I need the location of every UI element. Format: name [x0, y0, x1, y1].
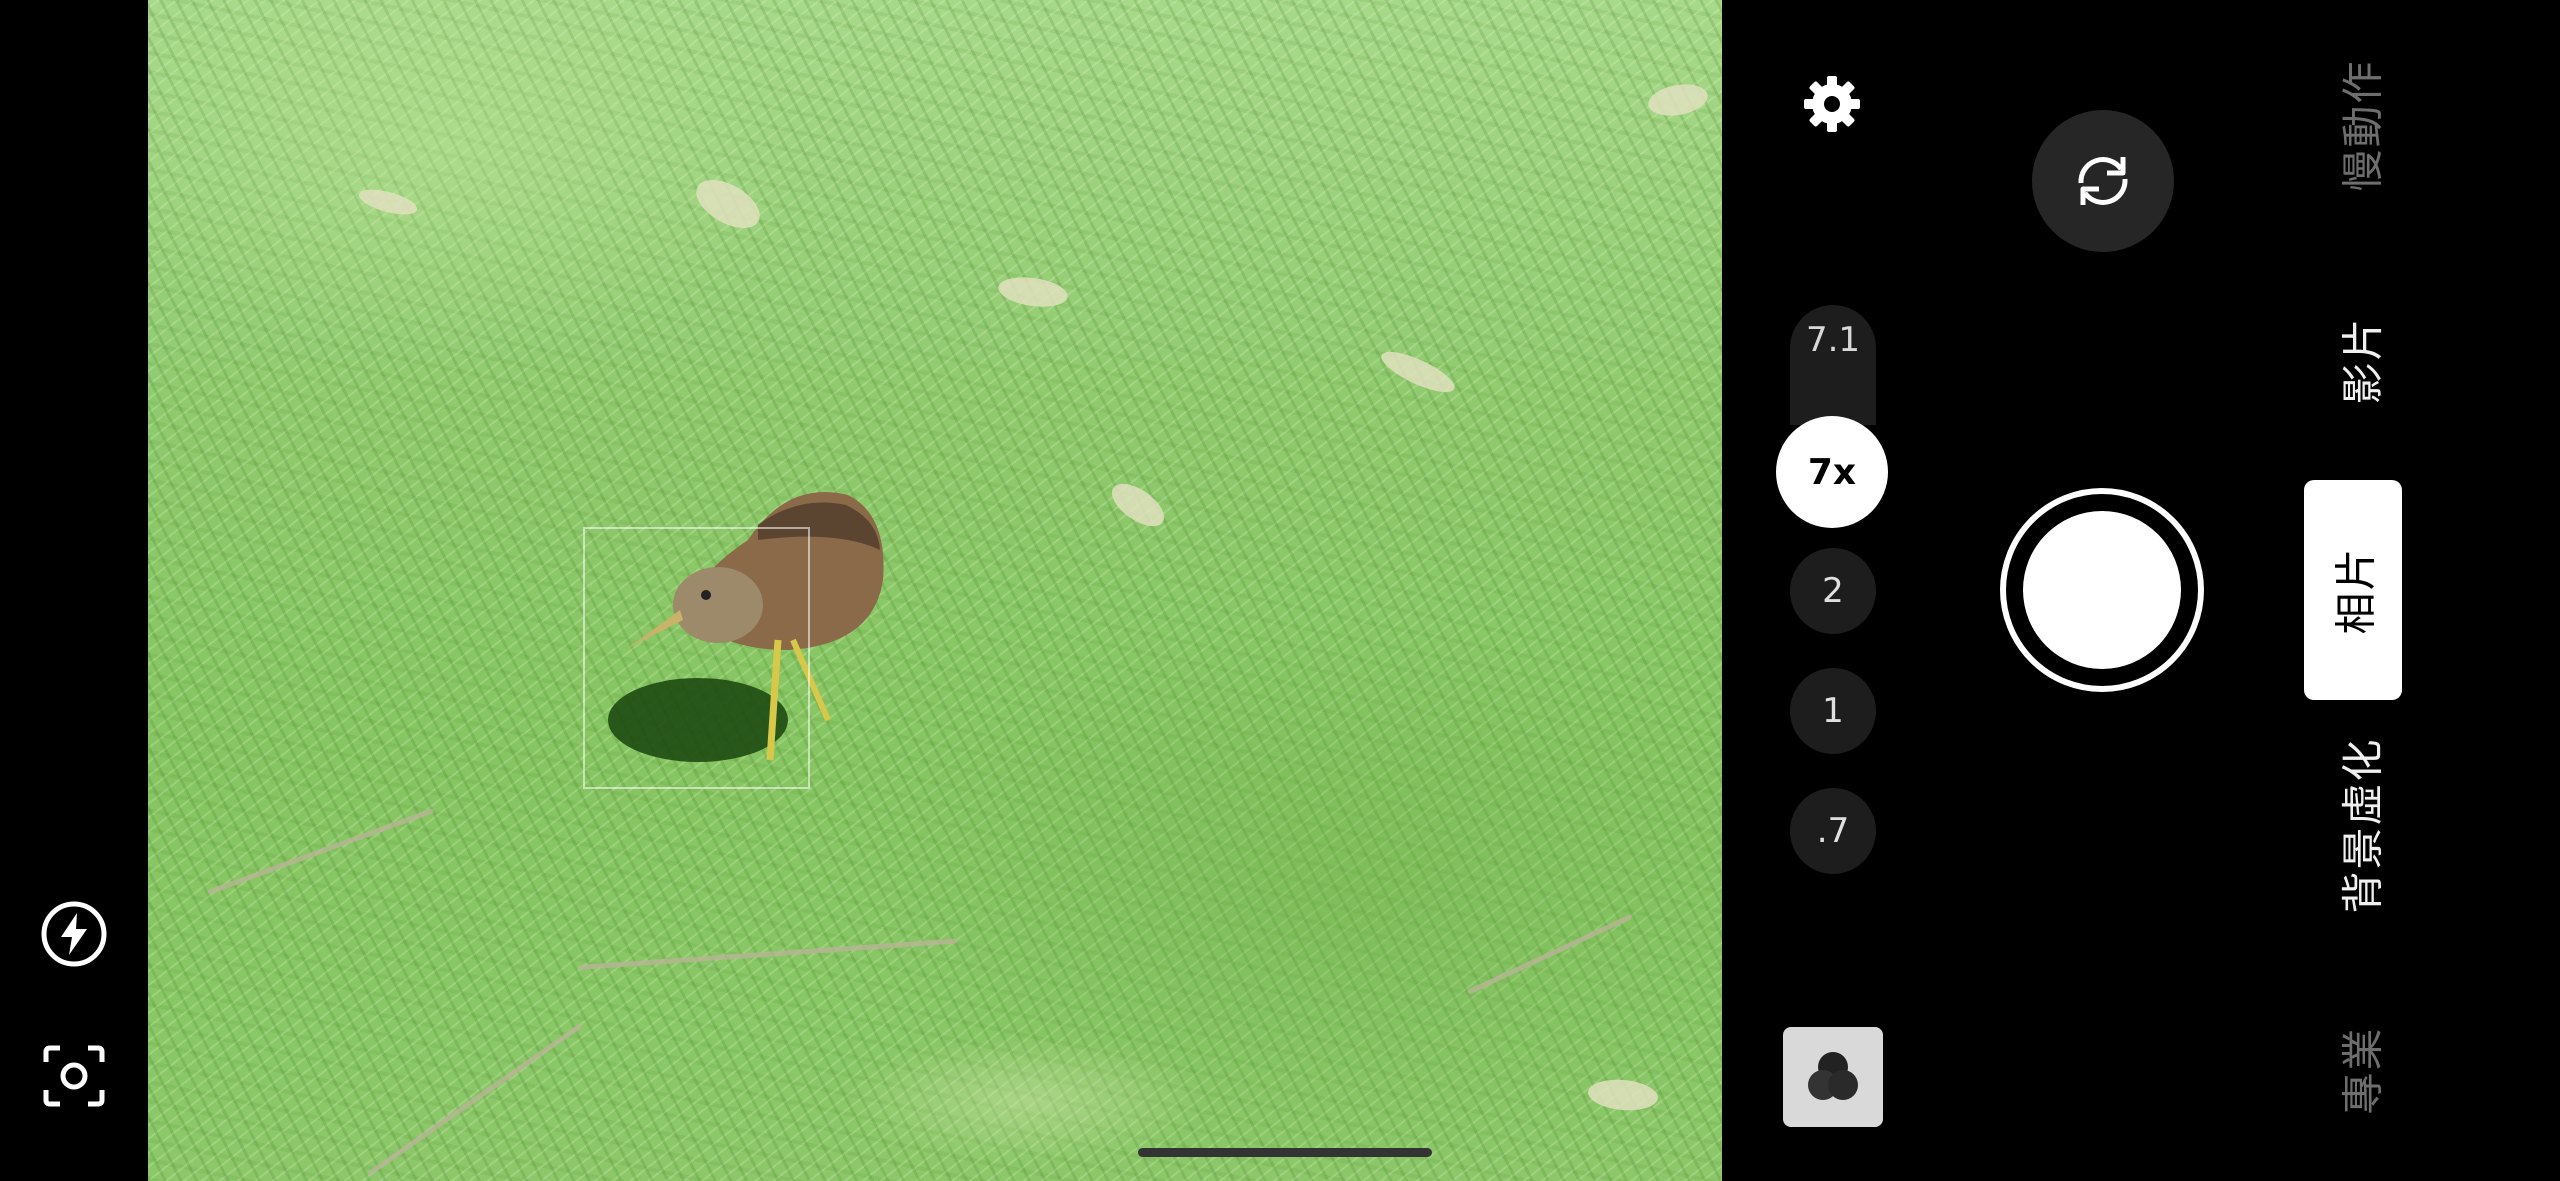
leaf [1586, 1077, 1660, 1113]
lens-scan-button[interactable] [38, 1040, 110, 1112]
mode-slow-motion[interactable]: 慢動作 [2300, 50, 2420, 200]
mode-slow-motion-label: 慢動作 [2338, 58, 2388, 192]
home-indicator[interactable] [1138, 1148, 1432, 1157]
shutter-inner [2023, 511, 2181, 669]
mode-photo[interactable]: 相片 [2304, 480, 2402, 700]
flash-button[interactable] [38, 898, 110, 970]
mode-photo-label: 相片 [2331, 545, 2381, 635]
mode-video-label: 影片 [2338, 315, 2388, 405]
color-filter-icon [1808, 1052, 1858, 1100]
filter-button[interactable] [1783, 1027, 1883, 1127]
zoom-preset-2[interactable]: 2 [1790, 548, 1876, 634]
leaf [1376, 344, 1460, 400]
focus-frame [583, 527, 810, 789]
left-toolbar [0, 0, 148, 1181]
zoom-preset-1[interactable]: 1 [1790, 668, 1876, 754]
lens-scan-icon [43, 1045, 105, 1107]
zoom-preset-0-7[interactable]: .7 [1790, 788, 1876, 874]
shutter-button[interactable] [2000, 488, 2204, 692]
mode-pro-label: 專業 [2338, 1025, 2388, 1115]
leaf [996, 273, 1070, 311]
gear-icon [1804, 76, 1860, 132]
mode-portrait[interactable]: 背景虛化 [2300, 730, 2420, 920]
leaf [1645, 80, 1711, 120]
settings-button[interactable] [1800, 72, 1864, 136]
twig [366, 1023, 583, 1177]
twig [577, 938, 958, 970]
twig [1466, 914, 1633, 995]
flash-auto-icon [41, 901, 107, 967]
zoom-current-value: 7.1 [1805, 320, 1861, 360]
mode-portrait-label: 背景虛化 [2338, 736, 2388, 914]
leaf [1104, 475, 1172, 535]
zoom-active-button[interactable]: 7x [1776, 416, 1888, 528]
mode-video[interactable]: 影片 [2300, 300, 2420, 420]
leaf [356, 184, 420, 220]
twig [207, 808, 435, 895]
camera-viewfinder[interactable] [148, 0, 1722, 1181]
rotate-camera-icon [2078, 157, 2128, 205]
switch-camera-button[interactable] [2032, 110, 2174, 252]
leaf [688, 170, 768, 238]
mode-pro[interactable]: 專業 [2300, 1010, 2420, 1130]
